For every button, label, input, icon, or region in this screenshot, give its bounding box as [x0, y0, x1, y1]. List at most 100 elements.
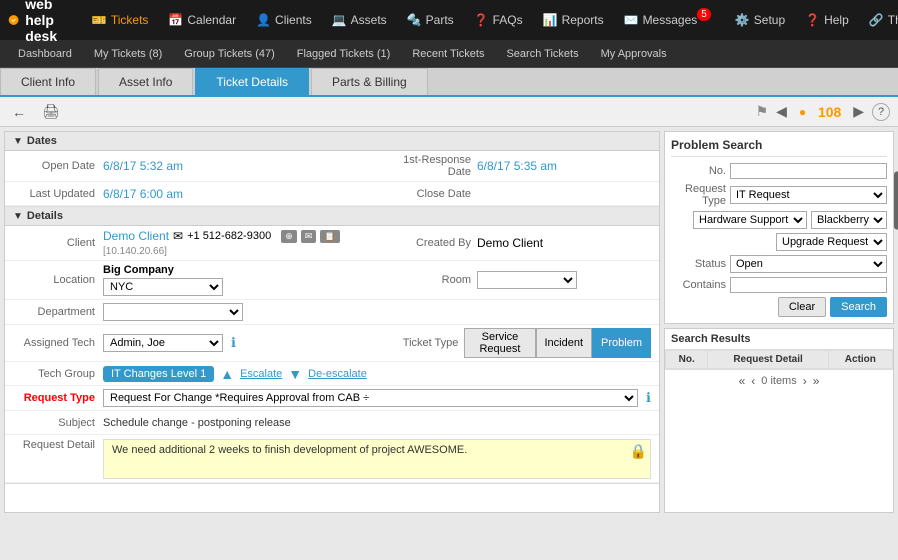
client-label: Client [13, 237, 103, 249]
prev-ticket-button[interactable]: ◀ [776, 103, 787, 120]
tab-client-info[interactable]: Client Info [0, 68, 96, 95]
client-btn2[interactable]: ✉ [301, 230, 317, 243]
pagination-first[interactable]: « [739, 374, 746, 388]
close-date-label: Close Date [377, 188, 477, 200]
help-button[interactable]: ? [872, 103, 890, 121]
ticket-type-service[interactable]: Service Request [464, 328, 535, 358]
ps-contains-input[interactable] [730, 277, 887, 293]
deescalate-down-icon[interactable]: ▼ [288, 366, 302, 382]
nav-parts[interactable]: 🔩 Parts [399, 9, 462, 31]
search-results-table: No. Request Detail Action [665, 350, 893, 369]
tech-row-cols: Admin, Joe ℹ Ticket Type Service Request… [103, 328, 651, 358]
pagination-last[interactable]: » [813, 374, 820, 388]
client-btn3[interactable]: 📋 [320, 230, 339, 243]
nav-messages[interactable]: ✉️ Messages 5 [616, 9, 723, 31]
reports-icon: 📊 [543, 13, 558, 27]
tech-group-label: Tech Group [13, 368, 103, 380]
ticket-type-problem[interactable]: Problem [592, 328, 651, 358]
ps-request-type-select[interactable]: IT Request [730, 186, 887, 204]
ps-no-row: No. [671, 163, 887, 179]
tab-search-tickets[interactable]: Search Tickets [496, 40, 588, 68]
escalate-up-icon[interactable]: ▲ [220, 366, 234, 382]
client-btn1[interactable]: ⊕ [281, 230, 297, 243]
nav-calendar[interactable]: 📅 Calendar [160, 9, 244, 31]
right-panel: Problems Problem Search No. Request Type… [664, 131, 894, 513]
nav-setup[interactable]: ⚙️ Setup [727, 9, 793, 31]
tab-my-approvals[interactable]: My Approvals [591, 40, 677, 68]
ps-search-button[interactable]: Search [830, 297, 887, 317]
ps-upgrade-request-select[interactable]: Upgrade Request [776, 233, 887, 251]
ps-request-type-input: IT Request [730, 186, 887, 204]
tab-flagged-tickets[interactable]: Flagged Tickets (1) [287, 40, 401, 68]
nav-thwack[interactable]: 🔗 Thwack [861, 9, 898, 31]
tab-my-tickets[interactable]: My Tickets (8) [84, 40, 172, 68]
subject-row: Subject Schedule change - postponing rel… [5, 411, 659, 435]
status-dot: ● [799, 105, 806, 119]
open-date-label: Open Date [13, 160, 103, 172]
ps-clear-button[interactable]: Clear [778, 297, 826, 317]
request-detail-value[interactable]: We need additional 2 weeks to finish dev… [103, 439, 651, 479]
ps-no-input[interactable] [730, 163, 887, 179]
assigned-tech-select[interactable]: Admin, Joe [103, 334, 223, 352]
tab-recent-tickets[interactable]: Recent Tickets [402, 40, 494, 68]
flag-icon[interactable]: ⚑ [756, 103, 769, 120]
open-date-value[interactable]: 6/8/17 5:32 am [103, 159, 183, 173]
thwack-icon: 🔗 [869, 13, 884, 27]
ticket-type-incident[interactable]: Incident [536, 328, 593, 358]
created-by-label: Created By [377, 237, 477, 249]
client-action-icons: ⊕ ✉ 📋 [281, 230, 339, 243]
first-response-value[interactable]: 6/8/17 5:35 am [477, 159, 557, 173]
de-escalate-link[interactable]: De-escalate [308, 368, 367, 380]
search-results-header: No. Request Detail Action [666, 351, 893, 369]
dates-section: ▼ Dates Open Date 6/8/17 5:32 am 1st-Res… [5, 132, 659, 207]
room-select[interactable] [477, 271, 577, 289]
col-no: No. [666, 351, 708, 369]
department-label: Department [13, 306, 103, 318]
details-header[interactable]: ▼ Details [5, 207, 659, 226]
details-collapse-icon: ▼ [13, 211, 23, 222]
nav-assets[interactable]: 💻 Assets [324, 9, 395, 31]
first-response-col: 1st-Response Date 6/8/17 5:35 am [377, 154, 651, 178]
print-button[interactable]: 🖨 [38, 101, 64, 122]
escalate-link[interactable]: Escalate [240, 368, 282, 380]
problems-tab[interactable]: Problems [894, 171, 898, 229]
request-type-select[interactable]: Request For Change *Requires Approval fr… [103, 389, 638, 407]
tab-ticket-details[interactable]: Ticket Details [195, 68, 309, 95]
back-button[interactable]: ← [8, 102, 30, 122]
client-name[interactable]: Demo Client [103, 229, 169, 243]
tab-dashboard[interactable]: Dashboard [8, 40, 82, 68]
tab-group-tickets[interactable]: Group Tickets (47) [174, 40, 284, 68]
request-type-controls: Request For Change *Requires Approval fr… [103, 389, 651, 407]
next-ticket-button[interactable]: ▶ [853, 103, 864, 120]
last-updated-value[interactable]: 6/8/17 6:00 am [103, 187, 183, 201]
ps-blackberry-select[interactable]: Blackberry [811, 211, 887, 229]
second-nav: Dashboard My Tickets (8) Group Tickets (… [0, 40, 898, 68]
first-response-label: 1st-Response Date [377, 154, 477, 178]
close-date-col: Close Date [377, 187, 651, 201]
ps-buttons: Clear Search [671, 297, 887, 317]
ps-status-input: Open [730, 255, 887, 273]
nav-reports[interactable]: 📊 Reports [535, 9, 612, 31]
pagination-prev[interactable]: ‹ [751, 374, 755, 388]
nav-faqs[interactable]: ❓ FAQs [466, 9, 531, 31]
nav-help[interactable]: ❓ Help [797, 9, 857, 31]
tab-asset-info[interactable]: Asset Info [98, 68, 193, 95]
nav-tickets[interactable]: 🎫 Tickets [84, 9, 157, 31]
dates-header[interactable]: ▼ Dates [5, 132, 659, 151]
tab-parts-billing[interactable]: Parts & Billing [311, 68, 428, 95]
table-header-row: No. Request Detail Action [666, 351, 893, 369]
ps-hardware-support-select[interactable]: Hardware Support [693, 211, 807, 229]
location-select[interactable]: NYC [103, 278, 223, 296]
ticket-type-label: Ticket Type [377, 337, 465, 349]
help-icon: ❓ [805, 13, 820, 27]
client-row: Client Demo Client ✉ +1 512-682-9300 ⊕ ✉… [5, 226, 659, 261]
pagination-next[interactable]: › [803, 374, 807, 388]
problem-search-title: Problem Search [671, 138, 887, 157]
lock-icon[interactable]: 🔒 [630, 443, 647, 460]
ps-status-select[interactable]: Open [730, 255, 887, 273]
nav-clients[interactable]: 👤 Clients [248, 9, 320, 31]
request-detail-row: Request Detail We need additional 2 week… [5, 435, 659, 483]
department-select[interactable] [103, 303, 243, 321]
location-row-cols: Big Company NYC Room [103, 264, 651, 296]
ticket-type-col: Ticket Type Service Request Incident Pro… [377, 328, 651, 358]
